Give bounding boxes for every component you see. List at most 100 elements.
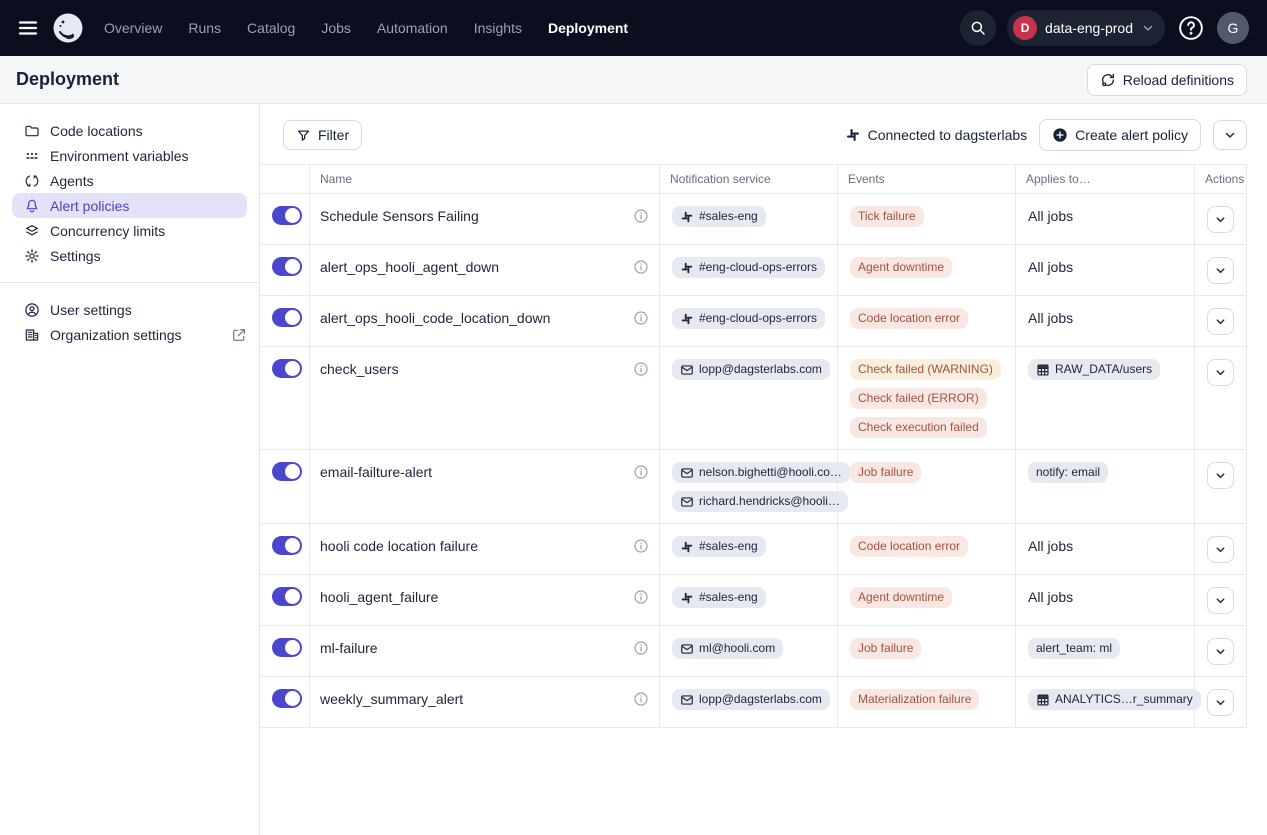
alert-policy-name: ml-failure	[320, 638, 378, 658]
toggle-cell	[260, 296, 310, 346]
plus-circle-icon	[1052, 127, 1068, 143]
info-icon[interactable]	[633, 691, 649, 707]
layers-icon	[24, 223, 40, 239]
events-cell: Agent downtime	[838, 575, 1016, 625]
applies-to-cell: All jobs	[1016, 524, 1195, 574]
email-icon	[680, 693, 694, 707]
deployment-name: data-eng-prod	[1045, 20, 1133, 36]
row-actions-button[interactable]	[1207, 638, 1234, 665]
page-header: Deployment Reload definitions	[0, 56, 1267, 104]
hamburger-menu-icon[interactable]	[16, 16, 40, 40]
info-icon[interactable]	[633, 259, 649, 275]
alert-enabled-toggle[interactable]	[272, 462, 302, 481]
sidebar-item-code-locations[interactable]: Code locations	[0, 118, 259, 143]
notification-label: nelson.bighetti@hooli.co…	[699, 465, 842, 480]
chevron-down-icon	[1214, 543, 1227, 556]
sidebar-item-alert-policies[interactable]: Alert policies	[12, 193, 247, 218]
sidebar-item-settings[interactable]: Settings	[0, 243, 259, 268]
toggle-cell	[260, 347, 310, 449]
primary-nav: Overview Runs Catalog Jobs Automation Insight…	[104, 20, 628, 36]
info-icon[interactable]	[633, 361, 649, 377]
applies-to-cell: All jobs	[1016, 245, 1195, 295]
alert-enabled-toggle[interactable]	[272, 587, 302, 606]
sidebar-item-environment-variables[interactable]: Environment variables	[0, 143, 259, 168]
alert-enabled-toggle[interactable]	[272, 308, 302, 327]
user-avatar[interactable]: G	[1217, 12, 1249, 44]
notification-label: #sales-eng	[699, 209, 758, 224]
alert-enabled-toggle[interactable]	[272, 257, 302, 276]
notification-service-cell: lopp@dagsterlabs.com	[660, 347, 838, 449]
row-actions-button[interactable]	[1207, 462, 1234, 489]
notification-label: lopp@dagsterlabs.com	[699, 362, 822, 377]
slack-icon	[680, 261, 694, 275]
create-alert-policy-button[interactable]: Create alert policy	[1039, 119, 1201, 151]
info-icon[interactable]	[633, 464, 649, 480]
nav-item-automation[interactable]: Automation	[377, 20, 448, 36]
actions-cell	[1195, 524, 1247, 574]
applies-to-text: All jobs	[1028, 206, 1073, 226]
create-alert-policy-menu-button[interactable]	[1213, 120, 1247, 150]
name-cell: Schedule Sensors Failing	[310, 194, 660, 244]
applies-to-text: All jobs	[1028, 587, 1073, 607]
sidebar-item-agents[interactable]: Agents	[0, 168, 259, 193]
dagster-logo-icon[interactable]	[52, 12, 84, 44]
row-actions-button[interactable]	[1207, 206, 1234, 233]
row-actions-button[interactable]	[1207, 536, 1234, 563]
nav-item-runs[interactable]: Runs	[188, 20, 221, 36]
email-icon	[680, 363, 694, 377]
alert-policy-name: alert_ops_hooli_code_location_down	[320, 308, 550, 328]
alert-enabled-toggle[interactable]	[272, 206, 302, 225]
email-icon	[680, 495, 694, 509]
actions-cell	[1195, 296, 1247, 346]
event-badge: Check execution failed	[850, 417, 987, 438]
row-actions-button[interactable]	[1207, 587, 1234, 614]
nav-item-insights[interactable]: Insights	[474, 20, 522, 36]
alert-policy-row: hooli_agent_failure#sales-engAgent downt…	[260, 575, 1246, 626]
info-icon[interactable]	[633, 589, 649, 605]
notification-badge: lopp@dagsterlabs.com	[672, 359, 830, 380]
search-button[interactable]	[960, 10, 996, 46]
info-icon[interactable]	[633, 208, 649, 224]
notification-label: #sales-eng	[699, 590, 758, 605]
applies-to-text: All jobs	[1028, 536, 1073, 556]
top-nav: Overview Runs Catalog Jobs Automation Insight…	[0, 0, 1267, 56]
info-icon[interactable]	[633, 538, 649, 554]
row-actions-button[interactable]	[1207, 308, 1234, 335]
info-icon[interactable]	[633, 640, 649, 656]
event-badge: Agent downtime	[850, 587, 952, 608]
alert-enabled-toggle[interactable]	[272, 689, 302, 708]
events-cell: Code location error	[838, 524, 1016, 574]
nav-item-jobs[interactable]: Jobs	[321, 20, 351, 36]
chevron-down-icon	[1214, 696, 1227, 709]
alert-enabled-toggle[interactable]	[272, 536, 302, 555]
notification-badge: richard.hendricks@hooli…	[672, 491, 848, 512]
info-icon[interactable]	[633, 310, 649, 326]
nav-item-catalog[interactable]: Catalog	[247, 20, 295, 36]
event-badge: Job failure	[850, 638, 921, 659]
notification-service-cell: lopp@dagsterlabs.com	[660, 677, 838, 727]
row-actions-button[interactable]	[1207, 689, 1234, 716]
alert-policy-row: weekly_summary_alertlopp@dagsterlabs.com…	[260, 677, 1246, 728]
sidebar-item-organization-settings[interactable]: Organization settings	[0, 322, 259, 347]
sidebar-item-user-settings[interactable]: User settings	[0, 297, 259, 322]
applies-to-label: alert_team: ml	[1036, 641, 1112, 656]
name-cell: weekly_summary_alert	[310, 677, 660, 727]
table-header-row: Name Notification service Events Applies…	[260, 165, 1246, 194]
nav-item-overview[interactable]: Overview	[104, 20, 162, 36]
alert-policies-main: Filter Connected to dagsterlabs Create a…	[260, 104, 1267, 835]
row-actions-button[interactable]	[1207, 257, 1234, 284]
alert-enabled-toggle[interactable]	[272, 359, 302, 378]
chevron-down-icon	[1214, 213, 1227, 226]
row-actions-button[interactable]	[1207, 359, 1234, 386]
nav-item-deployment[interactable]: Deployment	[548, 20, 628, 36]
sidebar-item-label: Alert policies	[50, 198, 129, 214]
help-button[interactable]	[1176, 13, 1206, 43]
filter-button[interactable]: Filter	[283, 120, 362, 150]
applies-to-cell: All jobs	[1016, 296, 1195, 346]
deployment-switcher[interactable]: D data-eng-prod	[1007, 10, 1165, 46]
chevron-down-icon	[1214, 315, 1227, 328]
sidebar-item-concurrency-limits[interactable]: Concurrency limits	[0, 218, 259, 243]
slack-icon	[680, 210, 694, 224]
reload-definitions-button[interactable]: Reload definitions	[1087, 64, 1247, 96]
alert-enabled-toggle[interactable]	[272, 638, 302, 657]
